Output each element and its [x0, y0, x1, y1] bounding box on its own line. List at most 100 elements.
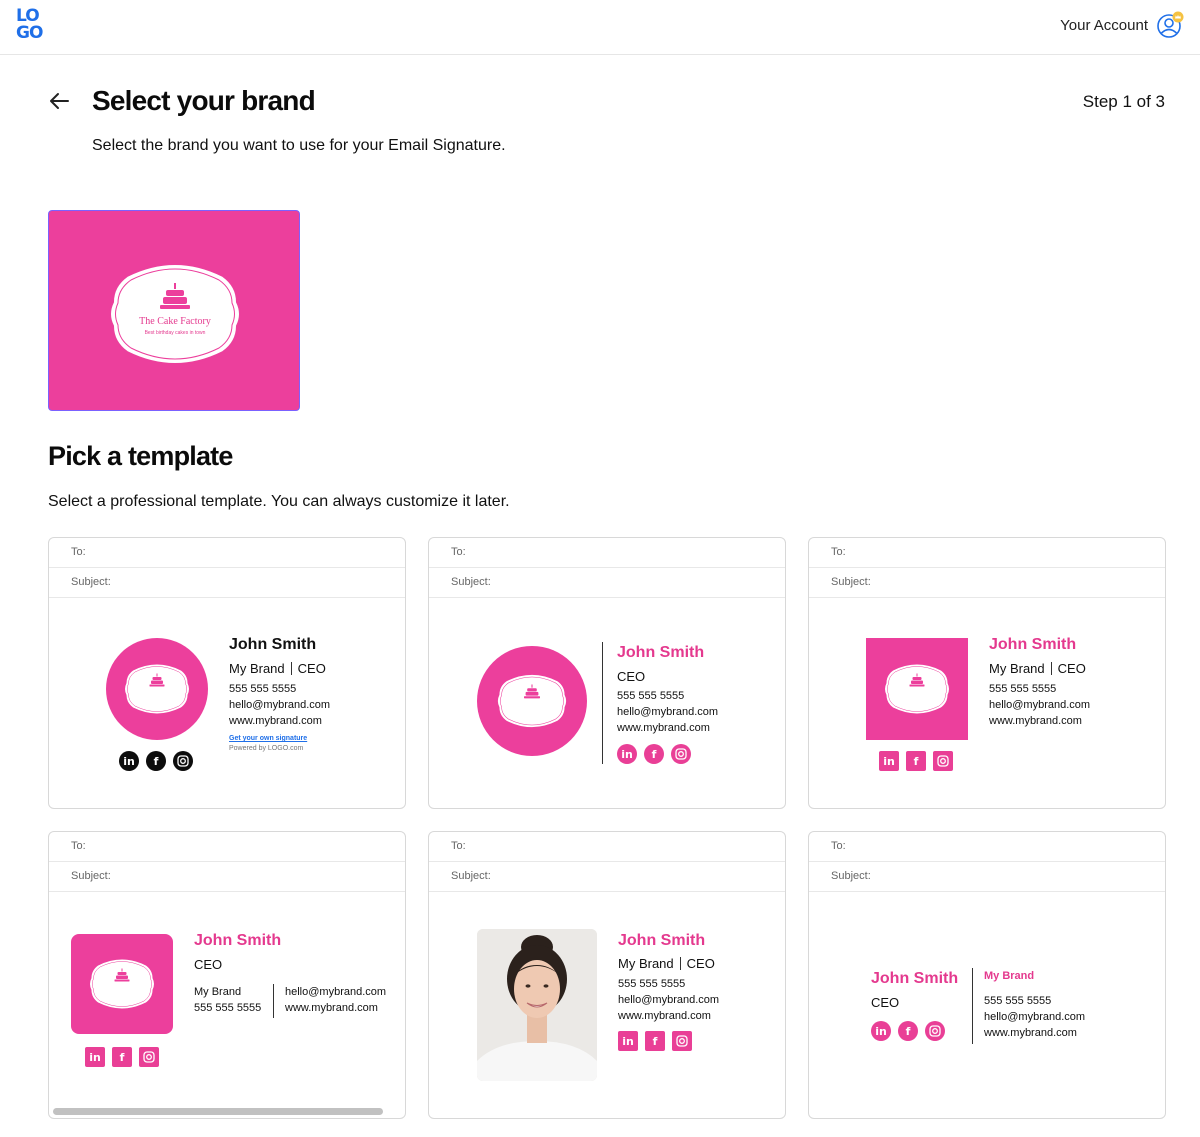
- brand-card-cake-factory[interactable]: The Cake Factory Best birthday cakes in …: [48, 210, 300, 411]
- linkedin-icon: in: [119, 751, 139, 771]
- instagram-icon: [933, 751, 953, 771]
- signature-preview: John Smith CEO 555 555 5555 hello@mybran…: [429, 598, 785, 808]
- template-card-4[interactable]: To: Subject: John Smith CEO My Brand 555…: [48, 831, 406, 1119]
- subject-field: Subject:: [809, 862, 1165, 892]
- role: CEO: [1057, 661, 1086, 676]
- company-role: My Brand CEO: [229, 661, 326, 676]
- signature-preview: John Smith My Brand CEO 555 555 5555 hell…: [809, 598, 1165, 808]
- email: hello@mybrand.com: [984, 1011, 1086, 1023]
- signature-name: John Smith: [194, 932, 282, 949]
- email: hello@mybrand.com: [989, 699, 1091, 711]
- company: My Brand: [989, 661, 1045, 676]
- horizontal-scrollbar[interactable]: [53, 1108, 383, 1115]
- email: hello@mybrand.com: [618, 994, 720, 1006]
- linkedin-icon: in: [618, 1031, 638, 1051]
- top-bar: LO GO Your Account: [0, 0, 1200, 55]
- facebook-icon: f: [906, 751, 926, 771]
- signature-preview: John Smith My Brand CEO 555 555 5555 hell…: [429, 892, 785, 1118]
- to-field: To:: [809, 832, 1165, 862]
- company-role: My Brand CEO: [989, 661, 1086, 676]
- instagram-icon: [139, 1047, 159, 1067]
- social-icons: in f: [879, 751, 953, 771]
- phone: 555 555 5555: [617, 690, 685, 702]
- email: hello@mybrand.com: [617, 706, 719, 718]
- page-title: Select your brand: [92, 85, 316, 116]
- facebook-icon: f: [146, 751, 166, 771]
- signature-name: John Smith: [618, 932, 706, 949]
- brand-name: The Cake Factory: [139, 316, 211, 327]
- templates-title: Pick a template: [48, 441, 233, 471]
- company-role: My Brand CEO: [618, 956, 715, 971]
- role: CEO: [617, 669, 646, 684]
- facebook-icon: f: [898, 1021, 918, 1041]
- signature-preview: John Smith CEO in f My Brand 555 555 555…: [809, 892, 1165, 1118]
- linkedin-icon: in: [871, 1021, 891, 1041]
- company: My Brand: [194, 986, 242, 998]
- website: www.mybrand.com: [617, 722, 710, 734]
- social-icons: in f: [618, 1031, 692, 1051]
- phone: 555 555 5555: [229, 683, 297, 695]
- website: www.mybrand.com: [229, 715, 322, 727]
- powered-by: Powered by LOGO.com: [229, 745, 304, 752]
- to-field: To:: [49, 832, 405, 862]
- social-icons: in f: [119, 751, 193, 771]
- logo-line-2: GO: [16, 23, 43, 43]
- role: CEO: [194, 957, 223, 972]
- company: My Brand: [618, 956, 674, 971]
- template-card-3[interactable]: To: Subject: John Smith My Brand CEO 555 …: [808, 537, 1166, 809]
- profile-photo: [477, 929, 597, 1081]
- page-subtitle: Select the brand you want to use for you…: [92, 137, 506, 154]
- brand-tagline: Best birthday cakes in town: [145, 330, 206, 336]
- subject-field: Subject:: [429, 862, 785, 892]
- signature-name: John Smith: [871, 970, 959, 987]
- divider: [972, 968, 973, 1044]
- role: CEO: [297, 661, 326, 676]
- subject-field: Subject:: [429, 568, 785, 598]
- instagram-icon: [671, 744, 691, 764]
- divider: [602, 642, 603, 764]
- social-icons: in f: [871, 1021, 945, 1041]
- linkedin-icon: in: [879, 751, 899, 771]
- social-icons: in f: [85, 1047, 159, 1067]
- brand-logo: The Cake Factory Best birthday cakes in …: [109, 263, 241, 365]
- brand-logo-circle: [477, 646, 587, 756]
- website: www.mybrand.com: [285, 1002, 378, 1014]
- signature-preview: John Smith CEO My Brand 555 555 5555 hel…: [49, 892, 405, 1118]
- to-field: To:: [429, 538, 785, 568]
- user-avatar-icon: [1156, 11, 1184, 39]
- role: CEO: [686, 956, 715, 971]
- get-own-signature-link[interactable]: Get your own signature: [229, 735, 307, 742]
- brand-logo-rounded-square: [71, 934, 173, 1034]
- instagram-icon: [672, 1031, 692, 1051]
- templates-subtitle: Select a professional template. You can …: [48, 493, 510, 510]
- social-icons: in f: [617, 744, 691, 764]
- role: CEO: [871, 995, 900, 1010]
- to-field: To:: [429, 832, 785, 862]
- phone: 555 555 5555: [989, 683, 1057, 695]
- website: www.mybrand.com: [618, 1010, 711, 1022]
- template-card-1[interactable]: To: Subject: John Smith My Brand CEO 555 …: [48, 537, 406, 809]
- facebook-icon: f: [644, 744, 664, 764]
- account-label: Your Account: [1060, 16, 1148, 34]
- template-card-5[interactable]: To: Subject: John Smith My Brand CEO 555 …: [428, 831, 786, 1119]
- facebook-icon: f: [645, 1031, 665, 1051]
- linkedin-icon: in: [85, 1047, 105, 1067]
- back-arrow-icon[interactable]: [46, 88, 72, 114]
- account-menu[interactable]: Your Account: [1060, 11, 1184, 39]
- signature-preview: John Smith My Brand CEO 555 555 5555 hell…: [49, 598, 405, 808]
- brand-logo-square: [866, 638, 968, 740]
- template-card-6[interactable]: To: Subject: John Smith CEO in f My Bran…: [808, 831, 1166, 1119]
- logo[interactable]: LO GO: [16, 8, 52, 44]
- subject-field: Subject:: [809, 568, 1165, 598]
- signature-name: John Smith: [617, 644, 705, 661]
- to-field: To:: [49, 538, 405, 568]
- website: www.mybrand.com: [984, 1027, 1077, 1039]
- brand-logo-circle: [106, 638, 208, 740]
- divider: [273, 984, 274, 1018]
- website: www.mybrand.com: [989, 715, 1082, 727]
- to-field: To:: [809, 538, 1165, 568]
- email: hello@mybrand.com: [285, 986, 387, 998]
- company: My Brand: [229, 661, 285, 676]
- template-card-2[interactable]: To: Subject: John Smith CEO 555 555 5555…: [428, 537, 786, 809]
- linkedin-icon: in: [617, 744, 637, 764]
